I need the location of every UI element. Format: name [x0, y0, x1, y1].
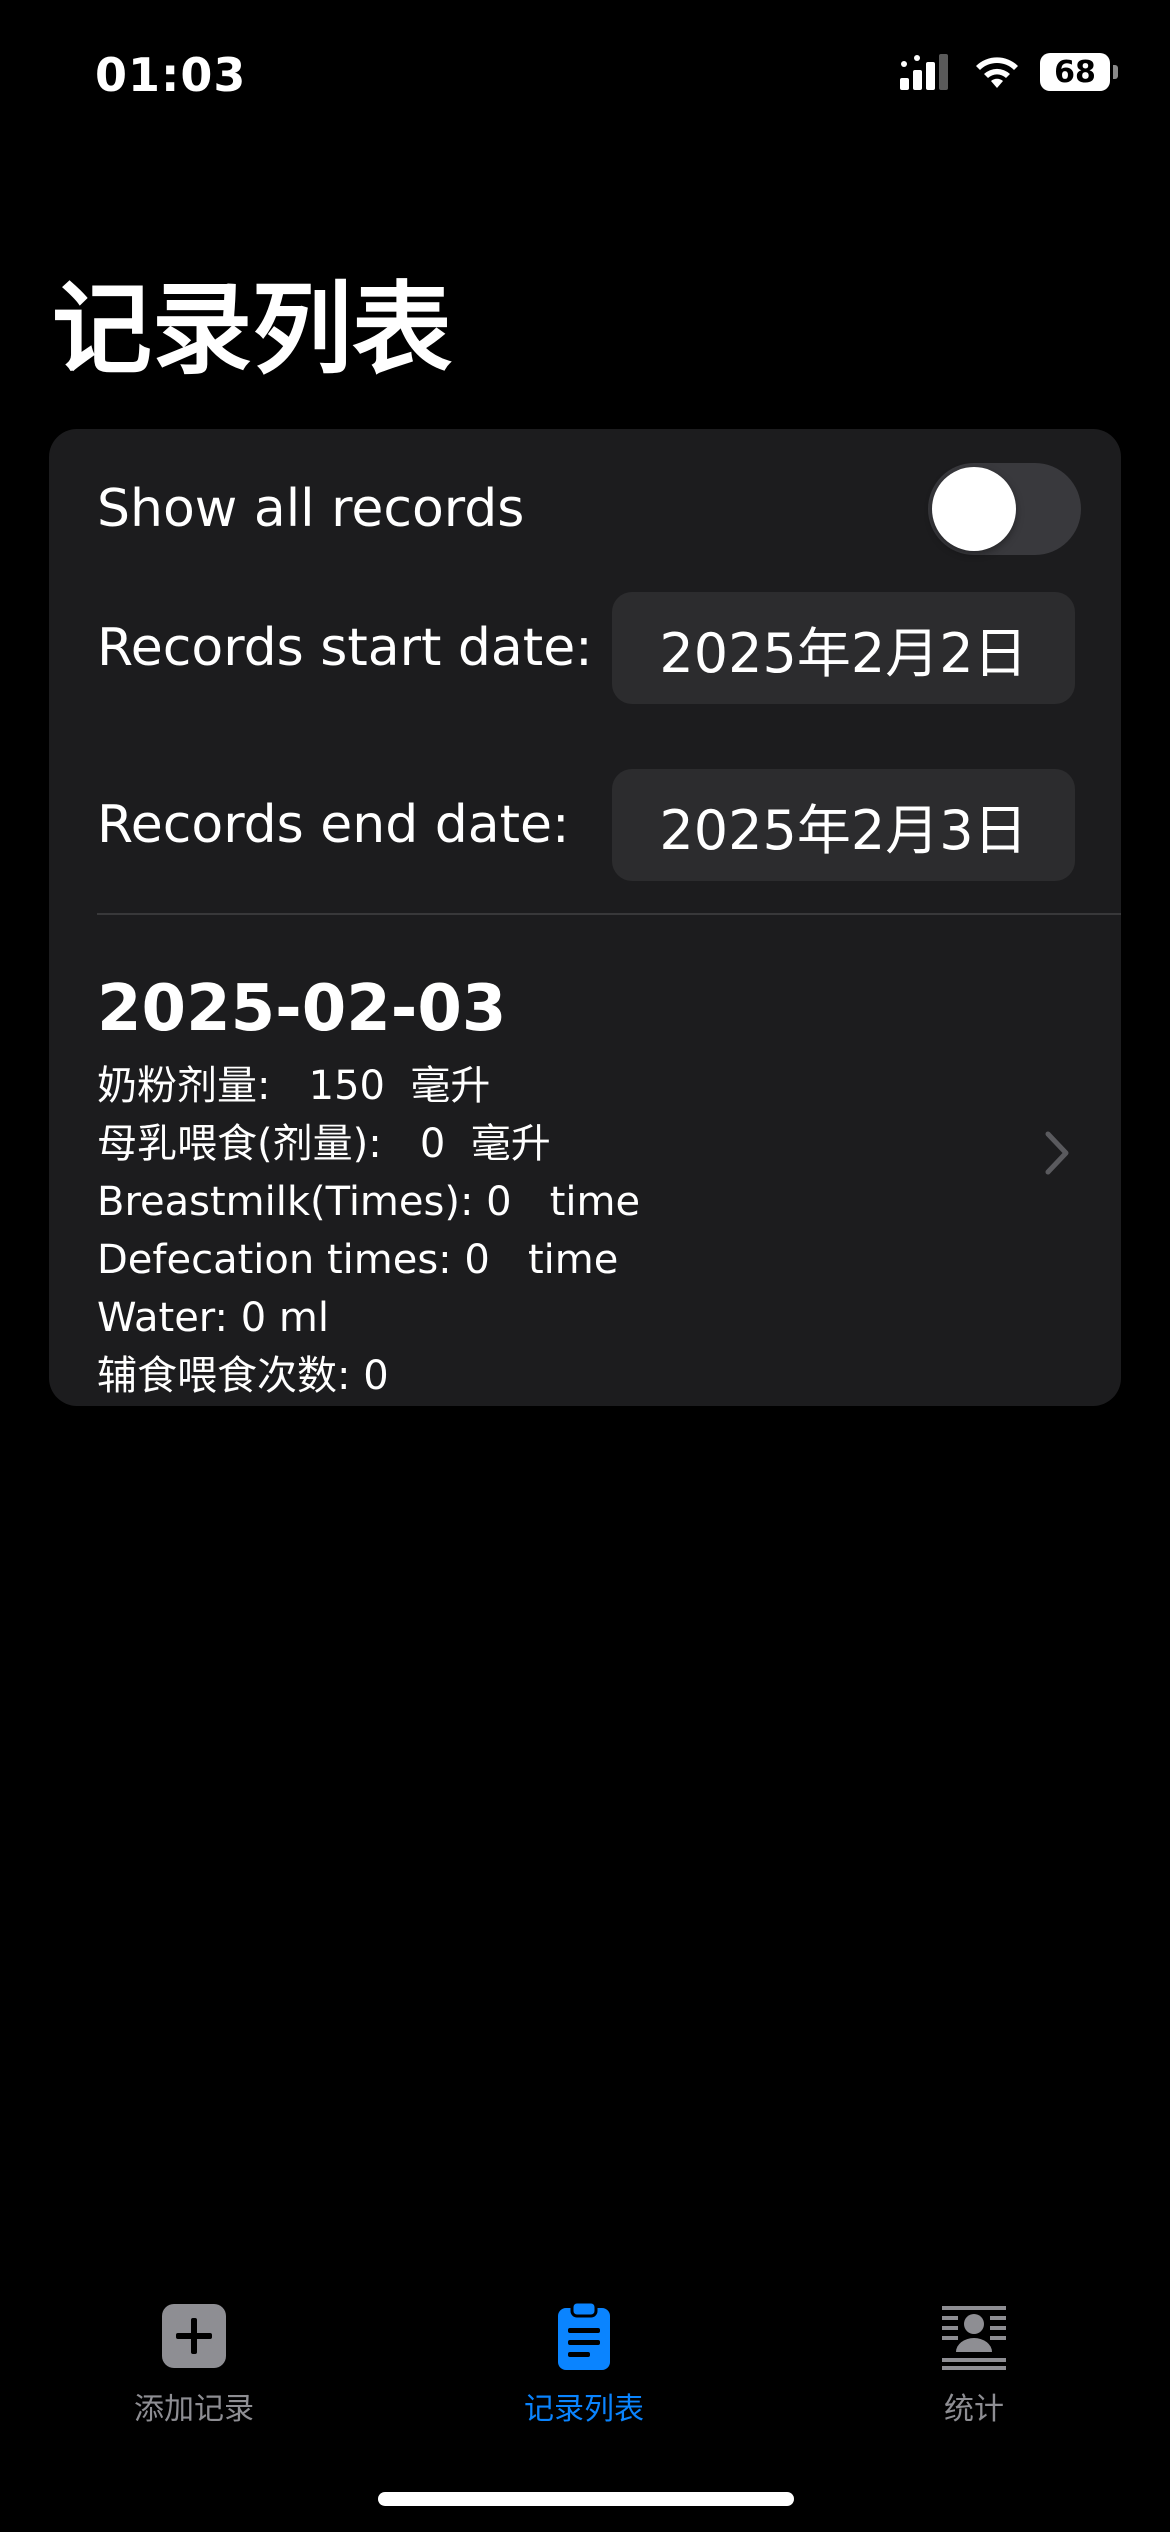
formula-amount-line: 奶粉剂量: 150 毫升	[97, 1063, 491, 1109]
status-icons: 68	[898, 52, 1118, 92]
battery-level: 68	[1054, 54, 1096, 90]
defecation-times-line: Defecation times: 0 time	[97, 1237, 619, 1283]
clipboard-icon	[558, 2300, 610, 2370]
status-time: 01:03	[95, 48, 247, 102]
plus-square-icon	[162, 2304, 226, 2368]
show-all-label: Show all records	[97, 479, 525, 539]
record-date: 2025-02-03	[97, 972, 507, 1046]
cellular-signal-icon	[900, 54, 948, 90]
screen: 01:03 68 记录列表 Show all records Records s…	[0, 0, 1170, 2532]
tab-statistics[interactable]: 统计	[844, 2300, 1104, 2428]
end-date-label: Records end date:	[97, 795, 570, 855]
tab-record-list[interactable]: 记录列表	[454, 2300, 714, 2428]
battery-cap	[1113, 65, 1118, 79]
end-date-picker[interactable]: 2025年2月3日	[612, 769, 1075, 881]
breastmilk-amount-line: 母乳喂食(剂量): 0 毫升	[97, 1121, 551, 1167]
toggle-knob	[932, 467, 1016, 551]
tab-label: 统计	[944, 2392, 1004, 2427]
status-bar: 01:03 68	[0, 0, 1170, 150]
tab-add-record[interactable]: 添加记录	[64, 2300, 324, 2428]
solid-food-times-line: 辅食喂食次数: 0	[97, 1353, 389, 1399]
show-all-toggle[interactable]	[928, 463, 1081, 555]
battery-icon: 68	[1040, 53, 1118, 91]
tab-label: 记录列表	[524, 2392, 644, 2427]
tab-label: 添加记录	[134, 2392, 254, 2427]
breastmilk-times-line: Breastmilk(Times): 0 time	[97, 1179, 641, 1225]
page-title: 记录列表	[52, 271, 452, 388]
end-date-row: Records end date: 2025年2月3日	[97, 769, 1075, 881]
water-line: Water: 0 ml	[97, 1295, 329, 1341]
start-date-label: Records start date:	[97, 618, 593, 678]
records-card: Show all records Records start date: 202…	[49, 429, 1121, 1406]
wifi-icon	[976, 57, 1018, 88]
home-indicator	[378, 2492, 794, 2506]
record-details: 奶粉剂量: 150 毫升 母乳喂食(剂量): 0 毫升 Breastmilk(T…	[97, 1057, 640, 1405]
record-list-item[interactable]: 2025-02-03 奶粉剂量: 150 毫升 母乳喂食(剂量): 0 毫升 B…	[97, 929, 1081, 1399]
start-date-picker[interactable]: 2025年2月2日	[612, 592, 1075, 704]
divider	[97, 913, 1121, 915]
show-all-row: Show all records	[97, 459, 1081, 559]
chevron-right-icon	[1045, 1131, 1069, 1175]
person-text-icon	[942, 2306, 1006, 2370]
start-date-row: Records start date: 2025年2月2日	[97, 592, 1075, 704]
